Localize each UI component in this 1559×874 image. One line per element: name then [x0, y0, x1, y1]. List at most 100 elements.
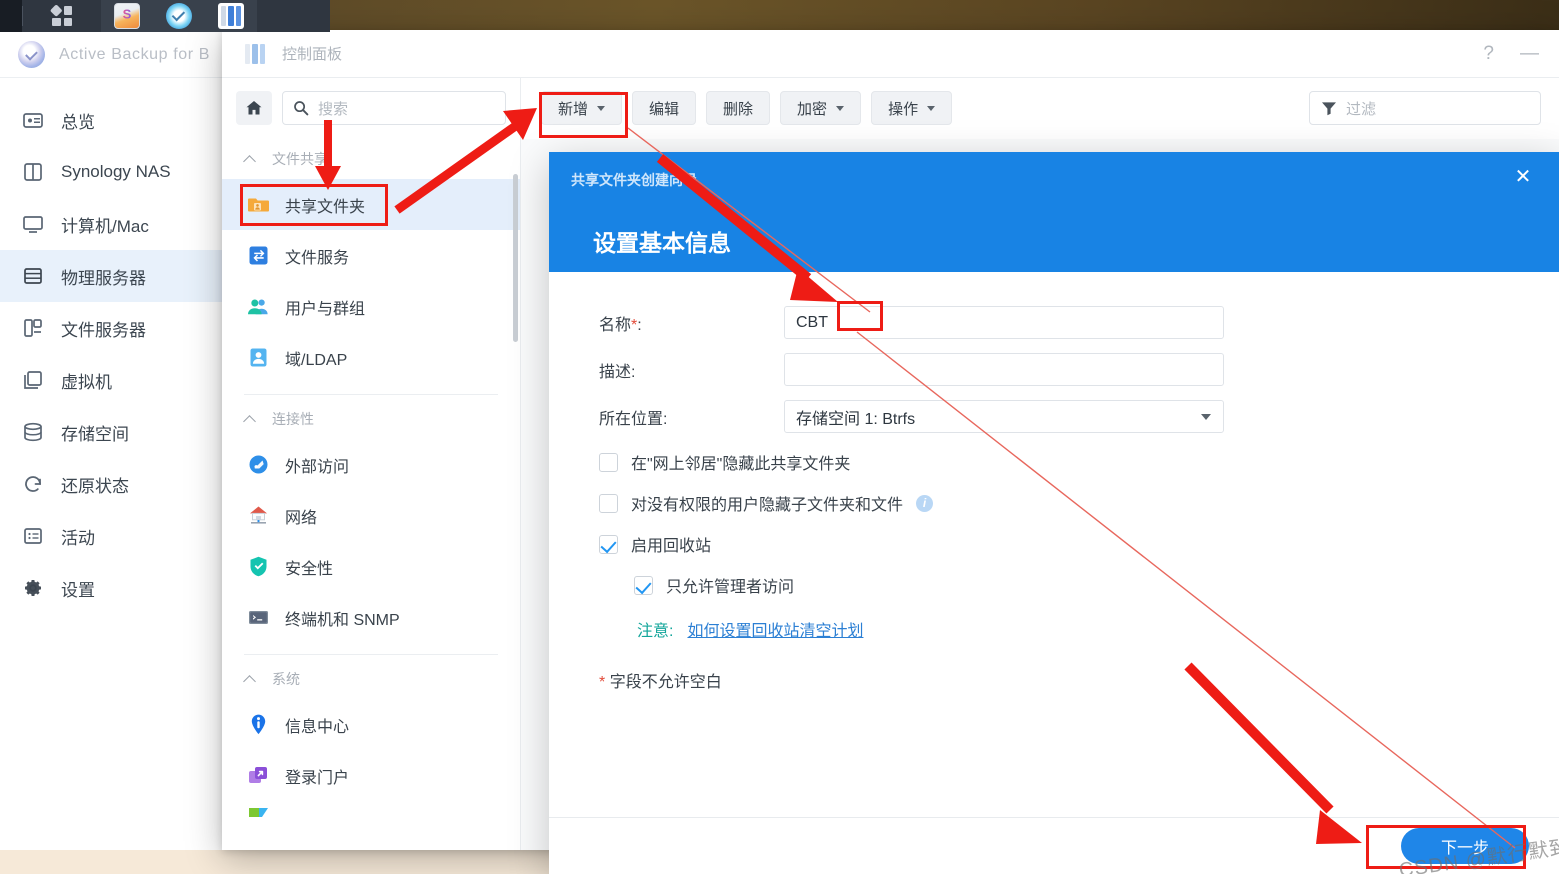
- nas-icon: [22, 161, 44, 183]
- delete-button[interactable]: 删除: [706, 91, 771, 125]
- settings-gear-icon: [22, 577, 44, 599]
- create-button-label: 新增: [558, 100, 589, 118]
- taskbar-item-photos[interactable]: [101, 0, 153, 32]
- checkbox-row-hide-network: 在"网上邻居"隐藏此共享文件夹: [549, 450, 1559, 474]
- edit-button[interactable]: 编辑: [632, 91, 697, 125]
- minimize-button[interactable]: —: [1520, 44, 1539, 63]
- taskbar-apps-button[interactable]: [23, 0, 101, 32]
- sidebar-item-users-groups[interactable]: 用户与群组: [222, 281, 520, 332]
- chevron-down-icon: [1201, 413, 1211, 420]
- abb-nav-label: 活动: [61, 528, 95, 548]
- search-icon: [294, 101, 309, 116]
- action-button-label: 操作: [888, 100, 919, 118]
- active-backup-icon: [166, 3, 192, 29]
- sidebar-item-label: 信息中心: [285, 718, 350, 736]
- computer-icon: [22, 213, 44, 235]
- sidebar-item-terminal-snmp[interactable]: 终端机和 SNMP: [222, 592, 520, 643]
- physical-server-icon: [22, 265, 44, 287]
- help-button[interactable]: ?: [1483, 44, 1494, 63]
- filter-input[interactable]: 过滤: [1309, 91, 1541, 125]
- recycle-bin-note: 注意: 如何设置回收站清空计划: [549, 617, 1559, 641]
- users-groups-icon: [247, 295, 270, 318]
- sidebar-item-security[interactable]: 安全性: [222, 541, 520, 592]
- abb-nav-label: 设置: [61, 580, 95, 600]
- search-input[interactable]: 搜索: [282, 91, 506, 125]
- enable-recycle-bin-label: 启用回收站: [631, 538, 712, 555]
- hide-subfolders-checkbox[interactable]: [599, 493, 618, 513]
- sidebar-item-external-access[interactable]: 外部访问: [222, 439, 520, 490]
- admin-only-checkbox[interactable]: [634, 575, 653, 595]
- enable-recycle-bin-checkbox[interactable]: [599, 534, 618, 554]
- search-placeholder: 搜索: [318, 100, 349, 118]
- sidebar-item-shared-folder[interactable]: 共享文件夹: [222, 179, 520, 230]
- checkbox-row-hide-subfolders: 对没有权限的用户隐藏子文件夹和文件 i: [549, 491, 1559, 515]
- sidebar-item-label: 域/LDAP: [285, 351, 348, 369]
- hide-in-network-checkbox[interactable]: [599, 452, 618, 472]
- sidebar-scrollbar[interactable]: [513, 174, 518, 342]
- synology-photos-icon: [114, 3, 140, 29]
- abb-nav-label: 虚拟机: [61, 372, 112, 392]
- required-note-star: *: [599, 674, 606, 691]
- overview-icon: [22, 109, 44, 131]
- login-portal-icon: [247, 764, 270, 787]
- sidebar-group-system[interactable]: 系统: [222, 655, 520, 699]
- sidebar-item-label: 安全性: [285, 560, 334, 578]
- sidebar-group-connectivity[interactable]: 连接性: [222, 395, 520, 439]
- info-icon[interactable]: i: [916, 494, 934, 512]
- virtual-machine-icon: [22, 369, 44, 391]
- sidebar-item-login-portal[interactable]: 登录门户: [222, 750, 520, 801]
- sidebar-item-label: 共享文件夹: [285, 198, 366, 216]
- abb-nav-label: 物理服务器: [61, 268, 146, 288]
- active-backup-title: Active Backup for B: [59, 45, 211, 63]
- location-select[interactable]: 存储空间 1: Btrfs: [784, 400, 1224, 433]
- wizard-header: 共享文件夹创建向导 设置基本信息 ✕: [549, 152, 1559, 272]
- sidebar-search-row: 搜索: [222, 78, 520, 135]
- network-icon: [247, 504, 270, 527]
- location-select-value: 存储空间 1: Btrfs: [796, 410, 916, 428]
- chevron-down-icon: [927, 105, 936, 111]
- close-icon[interactable]: ✕: [1511, 165, 1535, 189]
- description-input[interactable]: [784, 353, 1224, 386]
- abb-nav-label: 总览: [61, 112, 95, 132]
- security-shield-icon: [247, 555, 270, 578]
- sidebar-group-file-sharing[interactable]: 文件共享: [222, 135, 520, 179]
- sidebar-item-network[interactable]: 网络: [222, 490, 520, 541]
- sidebar-item-info-center[interactable]: 信息中心: [222, 699, 520, 750]
- taskbar-edge: [0, 0, 22, 32]
- shared-folder-icon: [247, 193, 270, 216]
- sidebar-item-label: 外部访问: [285, 458, 350, 476]
- location-label: 所在位置:: [599, 410, 668, 428]
- create-button[interactable]: 新增: [541, 91, 623, 125]
- restore-status-icon: [22, 473, 44, 495]
- sidebar-item-domain-ldap[interactable]: 域/LDAP: [222, 332, 520, 383]
- hide-in-network-label: 在"网上邻居"隐藏此共享文件夹: [631, 456, 851, 473]
- active-backup-logo-icon: [18, 41, 45, 68]
- taskbar-item-active-backup[interactable]: [153, 0, 205, 32]
- admin-only-label: 只允许管理者访问: [666, 579, 795, 596]
- recycle-bin-schedule-link[interactable]: 如何设置回收站清空计划: [687, 617, 863, 641]
- edit-button-label: 编辑: [649, 100, 680, 118]
- chevron-up-icon: [244, 673, 256, 685]
- apps-grid-icon: [50, 4, 72, 26]
- required-note-text: 字段不允许空白: [609, 674, 722, 691]
- control-panel-titlebar: 控制面板 ? —: [222, 30, 1559, 77]
- external-access-icon: [247, 453, 270, 476]
- taskbar-item-control-panel[interactable]: [205, 0, 257, 32]
- action-button[interactable]: 操作: [871, 91, 953, 125]
- control-panel-sidebar: 搜索 文件共享 共享文件夹 文件服务 用户与群组 域/LDAP 连接性 外部访问…: [222, 78, 521, 850]
- control-panel-icon: [242, 40, 268, 67]
- abb-nav-label: 存储空间: [61, 424, 129, 444]
- description-field-row: 描述:: [549, 353, 1559, 386]
- sidebar-item-file-services[interactable]: 文件服务: [222, 230, 520, 281]
- encrypt-button[interactable]: 加密: [780, 91, 862, 125]
- required-field-note: * 字段不允许空白: [549, 668, 1559, 692]
- chevron-down-icon: [597, 105, 606, 111]
- next-button[interactable]: 下一步: [1401, 828, 1529, 864]
- home-icon[interactable]: [236, 91, 272, 125]
- name-input[interactable]: CBT: [784, 306, 1224, 339]
- chevron-up-icon: [244, 413, 256, 425]
- filter-icon: [1322, 101, 1336, 115]
- abb-nav-label: Synology NAS: [61, 162, 171, 181]
- shared-folder-wizard-dialog: 共享文件夹创建向导 设置基本信息 ✕ 名称*: CBT 描述: 所在位置: 存储…: [549, 152, 1559, 874]
- sidebar-item-partial[interactable]: [222, 801, 520, 827]
